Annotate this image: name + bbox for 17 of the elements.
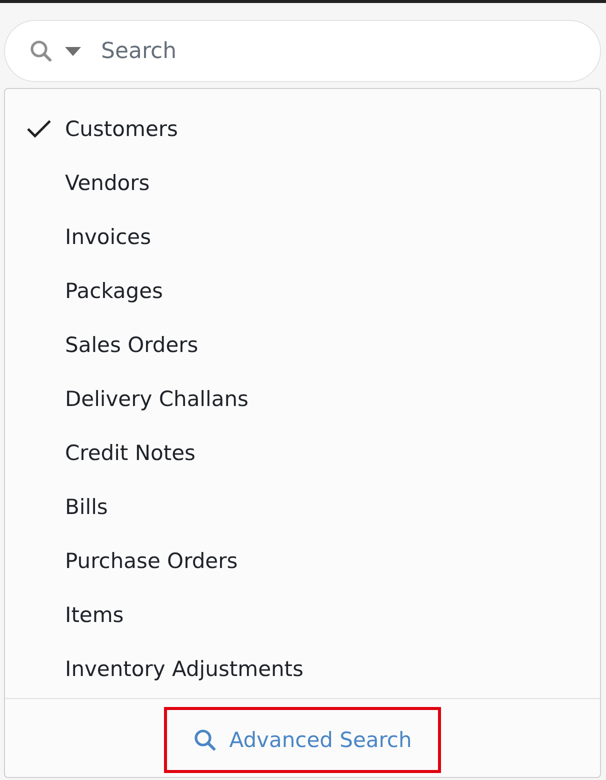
search-bar[interactable]: Search bbox=[4, 20, 601, 82]
menu-item[interactable]: Delivery Challans bbox=[5, 372, 600, 426]
caret-icon[interactable] bbox=[65, 46, 81, 56]
search-icon bbox=[193, 728, 218, 752]
menu-item[interactable]: Bills bbox=[5, 480, 600, 534]
menu-item[interactable]: Inventory Adjustments bbox=[5, 642, 600, 696]
menu-item[interactable]: Packages bbox=[5, 264, 600, 318]
menu-item[interactable]: Invoices bbox=[5, 210, 600, 264]
menu-item[interactable]: Items bbox=[5, 588, 600, 642]
menu-item[interactable]: Customers bbox=[5, 102, 600, 156]
search-field[interactable]: Search bbox=[99, 38, 600, 64]
menu-item[interactable]: Vendors bbox=[5, 156, 600, 210]
menu-item[interactable]: Sales Orders bbox=[5, 318, 600, 372]
advanced-search-link[interactable]: Advanced Search bbox=[167, 710, 438, 770]
menu-item[interactable]: Purchase Orders bbox=[5, 534, 600, 588]
search-icon bbox=[29, 39, 53, 63]
menu-item[interactable]: Credit Notes bbox=[5, 426, 600, 480]
